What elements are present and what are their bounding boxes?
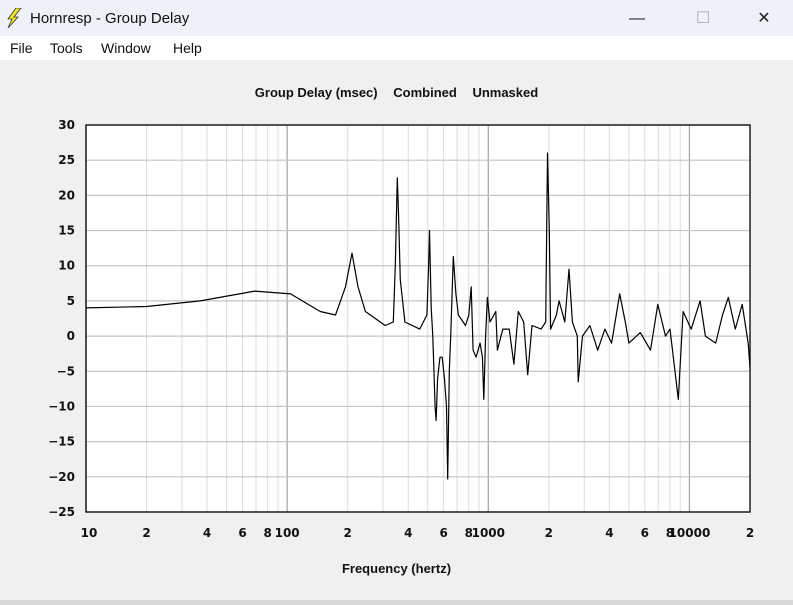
x-tick-label: 4 — [605, 526, 613, 540]
x-tick-label: 1000 — [472, 526, 505, 540]
x-tick-label: 100 — [275, 526, 300, 540]
x-tick-label: 10 — [81, 526, 98, 540]
x-tick-label: 6 — [439, 526, 447, 540]
x-tick-label: 6 — [641, 526, 649, 540]
x-tick-label: 2 — [142, 526, 150, 540]
y-tick-label: 15 — [58, 224, 75, 238]
x-tick-label: 10000 — [669, 526, 711, 540]
group-delay-chart: 302520151050−5−10−15−20−2510 2 4 6 8 100 2 4 6 81… — [48, 118, 754, 540]
y-tick-label: −10 — [48, 399, 75, 413]
y-tick-label: −15 — [48, 435, 75, 449]
y-tick-label: 30 — [58, 118, 75, 132]
plot-area — [86, 125, 750, 512]
y-tick-label: 0 — [67, 329, 75, 343]
y-tick-label: −5 — [57, 364, 75, 378]
y-tick-label: 10 — [58, 259, 75, 273]
x-tick-label: 4 — [404, 526, 412, 540]
x-tick-label: 8 — [263, 526, 271, 540]
y-tick-label: 5 — [67, 294, 75, 308]
x-tick-label: 6 — [238, 526, 246, 540]
x-tick-label: 2 — [344, 526, 352, 540]
y-tick-label: 20 — [58, 188, 75, 202]
y-tick-label: 25 — [58, 153, 75, 167]
x-tick-label: 2 — [746, 526, 754, 540]
y-tick-label: −25 — [48, 505, 75, 519]
x-tick-label: 2 — [545, 526, 553, 540]
x-axis-label: Frequency (hertz) — [341, 561, 452, 576]
window-bottom-edge — [0, 600, 793, 605]
y-tick-label: −20 — [48, 470, 75, 484]
x-tick-label: 4 — [203, 526, 211, 540]
